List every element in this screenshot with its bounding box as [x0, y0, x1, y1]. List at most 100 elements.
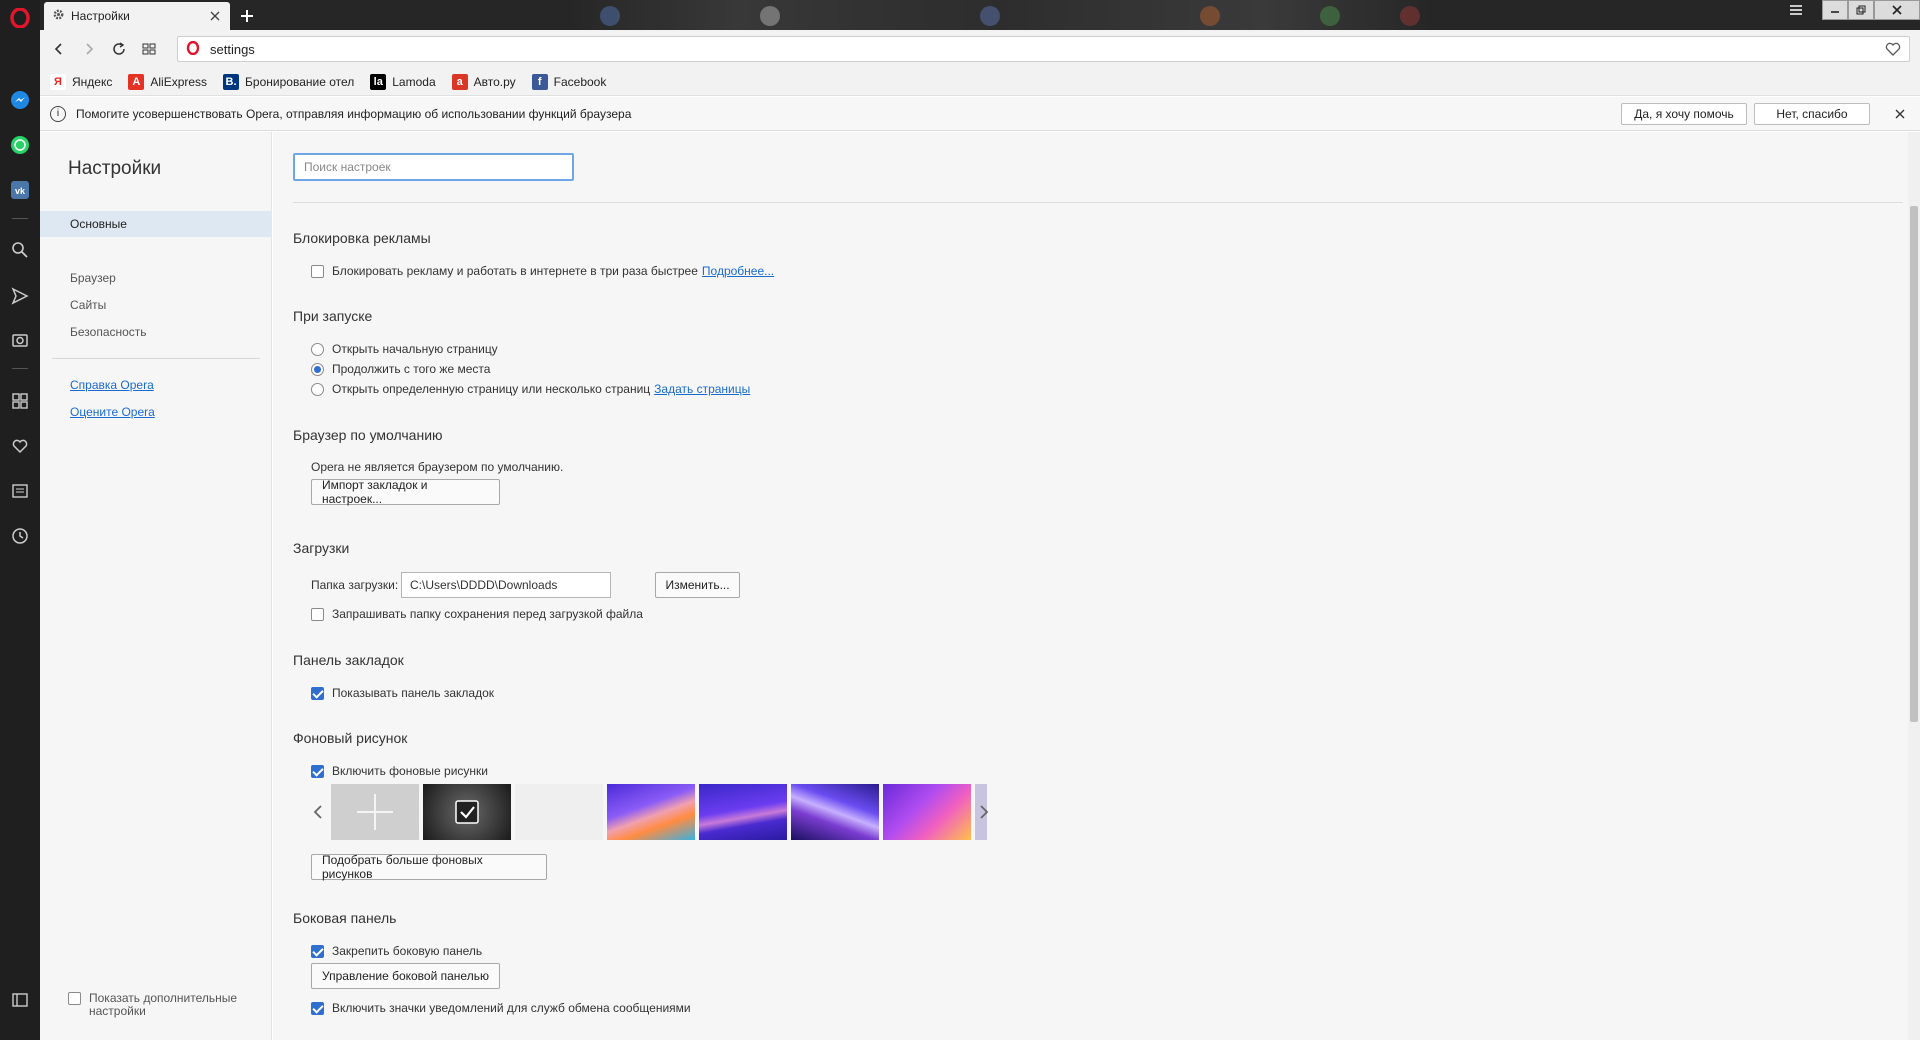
wallpaper-tile-waves[interactable]	[607, 784, 695, 840]
section-title-wallpaper: Фоновый рисунок	[293, 730, 408, 746]
add-wallpaper-tile[interactable]	[331, 784, 419, 840]
search-icon[interactable]	[8, 238, 32, 262]
sidebar-separator	[12, 368, 28, 369]
scrollbar-thumb[interactable]	[1910, 206, 1918, 722]
manage-sidebar-button[interactable]: Управление боковой панелью	[311, 963, 500, 989]
restore-button[interactable]	[1848, 0, 1874, 20]
close-icon[interactable]	[1892, 106, 1908, 122]
tab-menu-icon[interactable]	[1784, 1, 1808, 19]
toolbar: settings	[40, 30, 1920, 68]
news-icon[interactable]	[8, 479, 32, 503]
aliexpress-icon: A	[128, 73, 145, 90]
send-icon[interactable]	[8, 284, 32, 308]
bookmark-item[interactable]: B. Бронирование отел	[223, 73, 354, 90]
startup-option[interactable]: Открыть начальную страницу	[311, 342, 498, 356]
startup-radio-continue[interactable]	[311, 362, 324, 376]
tab-settings[interactable]: Настройки	[44, 2, 230, 30]
forward-button[interactable]	[78, 38, 100, 60]
new-tab-button[interactable]	[236, 5, 258, 27]
show-bookmarks-checkbox[interactable]	[311, 686, 324, 700]
speed-dial-icon[interactable]	[8, 389, 32, 413]
nav-item-sites[interactable]: Сайты	[40, 292, 272, 318]
info-bar-message: Помогите усовершенствовать Opera, отправ…	[76, 106, 632, 121]
booking-icon: B.	[223, 73, 240, 90]
bookmark-item[interactable]: Я Яндекс	[50, 73, 112, 90]
search-input[interactable]	[293, 153, 574, 181]
sidebar-toggle-icon[interactable]	[8, 988, 32, 1012]
scrollbar[interactable]	[1908, 132, 1920, 1040]
enable-wallpaper-checkbox[interactable]	[311, 764, 324, 778]
wallpaper-tile-gradient[interactable]	[883, 784, 971, 840]
window-controls	[1822, 0, 1920, 20]
address-bar[interactable]: settings	[177, 36, 1910, 62]
pin-sidebar-label: Закрепить боковую панель	[332, 944, 483, 958]
wallpaper-tile-plain[interactable]	[515, 784, 603, 840]
page-title: Настройки	[68, 158, 162, 179]
show-more-settings[interactable]: Показать дополнительные настройки	[68, 992, 249, 1018]
download-folder-label: Папка загрузки:	[311, 578, 399, 592]
startup-option[interactable]: Продолжить с того же места	[311, 362, 490, 376]
pin-sidebar-checkbox[interactable]	[311, 944, 324, 958]
notify-icons-checkbox[interactable]	[311, 1001, 324, 1015]
lamoda-icon: la	[370, 73, 387, 90]
info-bar: i Помогите усовершенствовать Opera, отпр…	[40, 97, 1920, 131]
history-icon[interactable]	[8, 524, 32, 548]
pin-sidebar-row: Закрепить боковую панель	[311, 944, 482, 958]
camera-icon[interactable]	[8, 328, 32, 352]
bookmark-item[interactable]: A AliExpress	[128, 73, 207, 90]
vk-icon[interactable]: vk	[8, 178, 32, 202]
messenger-icon[interactable]	[8, 88, 32, 112]
adblock-more-link[interactable]: Подробнее...	[702, 264, 774, 278]
tabs-overview-button[interactable]	[138, 38, 160, 60]
section-title-startup: При запуске	[293, 308, 373, 324]
sidebar-separator	[12, 218, 28, 219]
bookmark-label: Facebook	[553, 74, 607, 89]
notify-icons-row: Включить значки уведомлений для служб об…	[311, 1001, 691, 1015]
back-button[interactable]	[48, 38, 70, 60]
tab-close-icon[interactable]	[208, 9, 222, 23]
nav-item-basic[interactable]: Основные	[40, 211, 272, 237]
startup-option-label: Открыть начальную страницу	[332, 342, 498, 356]
section-title-bookmarks-bar: Панель закладок	[293, 652, 404, 668]
help-yes-button[interactable]: Да, я хочу помочь	[1621, 103, 1747, 125]
adblock-checkbox[interactable]	[311, 264, 324, 278]
ask-folder-checkbox[interactable]	[311, 607, 324, 621]
opera-logo-icon[interactable]	[8, 6, 32, 30]
change-folder-button[interactable]: Изменить...	[655, 572, 740, 598]
set-pages-link[interactable]: Задать страницы	[654, 382, 750, 396]
show-more-checkbox[interactable]	[68, 992, 81, 1005]
startup-option[interactable]: Открыть определенную страницу или нескол…	[311, 382, 750, 396]
startup-radio-pages[interactable]	[311, 382, 324, 396]
minimize-button[interactable]	[1822, 0, 1848, 20]
wallpaper-tile-mountains[interactable]	[699, 784, 787, 840]
heart-icon[interactable]	[8, 434, 32, 458]
help-no-button[interactable]: Нет, спасибо	[1754, 103, 1870, 125]
download-folder-field[interactable]: C:\Users\DDDD\Downloads	[401, 572, 611, 598]
close-window-button[interactable]	[1874, 0, 1920, 20]
bookmark-heart-icon[interactable]	[1885, 41, 1901, 60]
wallpaper-next-icon[interactable]	[977, 800, 991, 824]
nav-item-security[interactable]: Безопасность	[40, 319, 272, 345]
show-bookmarks-row: Показывать панель закладок	[311, 686, 494, 700]
enable-wallpaper-row: Включить фоновые рисунки	[311, 764, 488, 778]
help-link[interactable]: Справка Opera	[70, 378, 154, 392]
notify-icons-label: Включить значки уведомлений для служб об…	[332, 1001, 691, 1015]
settings-main: Блокировка рекламы Блокировать рекламу и…	[273, 132, 1920, 1040]
svg-text:vk: vk	[15, 186, 26, 196]
whatsapp-icon[interactable]	[8, 133, 32, 157]
reload-button[interactable]	[108, 38, 130, 60]
bookmark-item[interactable]: a Авто.ру	[451, 73, 516, 90]
nav-item-browser[interactable]: Браузер	[40, 265, 272, 291]
startup-radio-home[interactable]	[311, 342, 324, 356]
startup-option-label: Продолжить с того же места	[332, 362, 491, 376]
rate-opera-link[interactable]: Оцените Opera	[70, 405, 155, 419]
import-bookmarks-button[interactable]: Импорт закладок и настроек...	[311, 478, 500, 506]
more-wallpapers-button[interactable]: Подобрать больше фоновых рисунков	[311, 853, 547, 881]
tab-strip-background	[560, 0, 1440, 30]
wallpaper-prev-icon[interactable]	[311, 800, 325, 824]
bookmark-item[interactable]: la Lamoda	[370, 73, 436, 90]
bookmark-item[interactable]: f Facebook	[531, 73, 607, 90]
tab-title: Настройки	[71, 9, 130, 23]
wallpaper-tile-dark[interactable]	[423, 784, 511, 840]
wallpaper-tile-silk[interactable]	[791, 784, 879, 840]
